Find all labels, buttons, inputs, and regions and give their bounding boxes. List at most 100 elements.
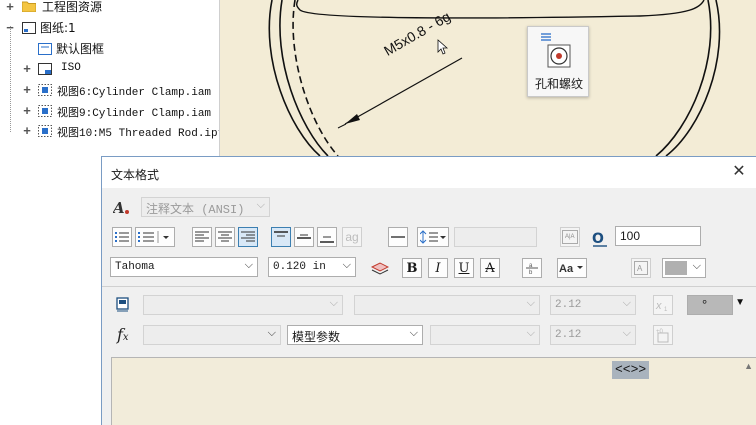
component-dropdown[interactable]: ⌵ [143,295,343,315]
hole-and-thread-tool[interactable]: 孔和螺纹 [527,26,589,97]
text-editor-area[interactable]: <<>> ▲ [111,357,756,425]
svg-text:1: 1 [664,307,668,312]
collapse-icon[interactable]: − [5,21,15,34]
line-spacing-single-button[interactable] [388,227,408,247]
chevron-down-icon: ⌵ [329,297,338,309]
source-dropdown[interactable]: ⌵ [354,295,540,315]
underline-button[interactable]: U [454,258,474,278]
chevron-down-icon: ⌵ [267,327,276,339]
component-icon [116,297,129,312]
dialog-titlebar[interactable]: 文本格式 ✕ [102,157,756,188]
line-spacing-value[interactable] [454,227,537,247]
text-color-dropdown[interactable]: ⌵ [662,258,706,278]
align-middle-icon [297,234,311,239]
width-scale-input[interactable]: 100 [615,226,701,246]
fill-icon: A [634,261,648,275]
add-parameter-button[interactable]: +0 [653,325,673,345]
title-block-icon [38,63,52,75]
precision-dropdown-2[interactable]: 2.12 ⌵ [550,325,636,345]
drawing-view-icon [38,105,52,117]
chevron-down-icon: ⌵ [692,260,701,272]
add-parameter-icon: +0 [656,329,669,343]
drawing-view-icon [38,84,52,96]
chevron-down-icon: ⌵ [622,297,631,309]
align-right-icon [241,231,255,242]
align-left-button[interactable] [192,227,212,247]
font-size-dropdown[interactable]: 0.120 in ⌵ [268,257,356,277]
align-top-icon [274,231,288,237]
line-spacing-dropdown[interactable] [417,227,449,247]
expand-icon[interactable]: + [5,0,15,13]
align-bottom-icon [320,236,334,243]
strikethrough-button[interactable]: A [480,258,500,278]
folder-icon [22,1,36,12]
chevron-down-icon: ⌵ [622,327,631,339]
border-icon [38,43,52,55]
chevron-down-icon: ⌵ [409,327,418,339]
expand-icon[interactable]: + [22,62,32,75]
parameter-token[interactable]: <<>> [612,361,650,379]
svg-text:A: A [637,264,643,273]
precision-dropdown-1[interactable]: 2.12 ⌵ [550,295,636,315]
numbered-list-button[interactable] [135,227,175,247]
italic-button[interactable]: I [428,258,448,278]
case-icon: Aa [559,263,583,275]
chevron-down-icon: ⌵ [526,297,535,309]
fit-text-button[interactable]: A|A [560,227,580,247]
chevron-down-icon: ⌵ [342,259,351,271]
text-color-layer-button[interactable] [370,258,390,278]
svg-text:A|A: A|A [565,234,575,240]
scroll-up-icon[interactable]: ▲ [744,361,753,371]
svg-text:A: A [113,200,125,216]
bold-button[interactable]: B [402,258,422,278]
expand-icon[interactable]: + [22,104,32,117]
parameter-type-dropdown[interactable]: 模型参数 ⌵ [287,325,423,345]
parameter-row: ⌵ ⌵ 2.12 ⌵ x1 ° ▼ [102,293,756,319]
width-scale-icon: O [592,231,607,247]
align-top-button[interactable] [271,227,291,247]
parameter-dropdown[interactable]: ⌵ [430,325,540,345]
align-middle-button[interactable] [294,227,314,247]
underline-icon: U [458,260,470,276]
symbol-dropdown[interactable]: ° ▼ [687,295,745,315]
text-style-icon: A [113,200,129,216]
stack-button[interactable]: ag [342,227,362,247]
align-right-button[interactable] [238,227,258,247]
svg-text:+0: +0 [656,329,664,335]
svg-text:b: b [529,270,533,275]
bullet-list-button[interactable] [112,227,132,247]
expand-icon[interactable]: + [22,83,32,96]
fraction-icon: ab [526,263,538,275]
align-center-button[interactable] [215,227,235,247]
text-style-dropdown[interactable]: 注释文本 (ANSI) ⌵ [141,197,270,217]
align-center-icon [218,231,232,242]
sheet-icon [22,22,36,34]
italic-icon: I [435,260,441,276]
strikethrough-icon: A [485,260,495,276]
bold-icon: B [406,260,418,276]
dialog-title: 文本格式 [111,168,160,182]
align-bottom-button[interactable] [317,227,337,247]
fit-text-icon: A|A [562,230,578,244]
font-row: Tahoma ⌵ 0.120 in ⌵ B I U A ab Aa A ⌵ [102,255,756,281]
model-parameter-row: fx ⌵ 模型参数 ⌵ ⌵ 2.12 ⌵ +0 [102,323,756,349]
expand-icon[interactable]: + [22,124,32,137]
caret-down-icon: ▼ [735,297,745,308]
chevron-down-icon: ⌵ [256,199,265,211]
font-dropdown[interactable]: Tahoma ⌵ [110,257,258,277]
numbered-list-icon [138,231,169,243]
parameter-source-dropdown[interactable]: ⌵ [143,325,281,345]
svg-text:Aa: Aa [559,263,574,275]
case-dropdown[interactable]: Aa [557,258,587,278]
text-format-dialog: 文本格式 ✕ A 注释文本 (ANSI) ⌵ ag A|A O 100 Taho… [101,156,756,425]
add-property-button[interactable]: x1 [653,295,673,315]
background-fill-button[interactable]: A [631,258,651,278]
property-icon: x1 [655,300,668,312]
style-row: A 注释文本 (ANSI) ⌵ [102,195,756,221]
close-button[interactable]: ✕ [730,163,748,181]
chevron-down-icon: ⌵ [526,327,535,339]
stacked-fraction-button[interactable]: ab [522,258,542,278]
function-icon: fx [117,325,129,344]
paragraph-row: ag A|A O 100 [102,224,756,250]
line-spacing-icon [420,230,446,244]
